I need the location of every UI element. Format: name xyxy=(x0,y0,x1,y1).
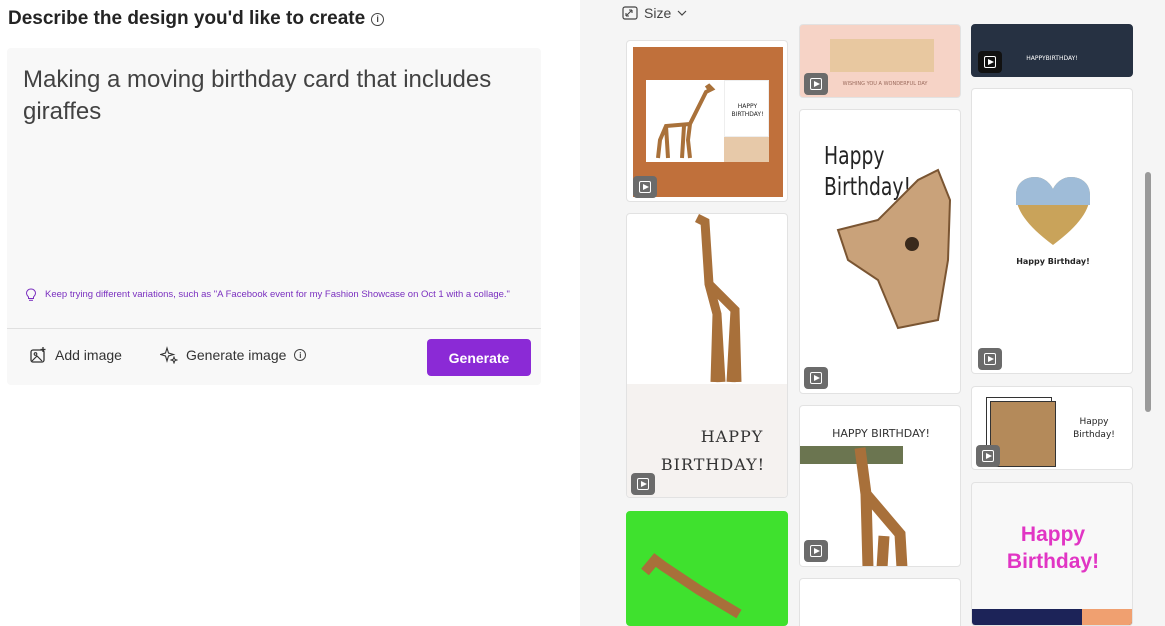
prompt-composer: Making a moving birthday card that inclu… xyxy=(7,48,541,385)
template-card[interactable]: HAPPYBIRTHDAY! xyxy=(971,24,1133,77)
prompt-panel: Describe the design you'd like to create… xyxy=(0,0,580,626)
card-title-line1: Happy xyxy=(1020,523,1086,546)
generate-image-button[interactable]: Generate image i xyxy=(160,346,307,364)
card-title-line1: HAPPY xyxy=(700,427,764,446)
divider xyxy=(7,328,541,329)
sparkle-icon xyxy=(160,346,178,364)
video-icon xyxy=(976,445,1000,467)
giraffe-icon xyxy=(656,83,716,159)
video-icon xyxy=(978,51,1002,73)
template-card[interactable]: WISHING YOU A WONDERFUL DAY xyxy=(799,24,961,98)
template-card[interactable]: Happy Birthday! xyxy=(971,88,1133,374)
giraffe-photo xyxy=(830,39,934,72)
video-icon xyxy=(804,540,828,562)
giraffe-face-icon xyxy=(836,168,952,330)
giraffe-icon xyxy=(641,553,742,619)
template-card[interactable]: Happy Birthday! xyxy=(971,482,1133,626)
template-card[interactable]: HAPPY BIRTHDAY! xyxy=(799,405,961,567)
giraffe-icon xyxy=(694,214,742,383)
prompt-input[interactable]: Making a moving birthday card that inclu… xyxy=(23,64,523,128)
heart-photo xyxy=(1016,177,1090,245)
resize-icon xyxy=(622,6,638,20)
template-card[interactable]: HAPPY BIRTHDAY! xyxy=(626,213,788,498)
card-title: HAPPY BIRTHDAY! xyxy=(731,103,764,118)
size-filter-label: Size xyxy=(644,5,672,21)
card-subtitle: WISHING YOU A WONDERFUL DAY xyxy=(842,81,928,87)
generate-button[interactable]: Generate xyxy=(427,339,531,376)
template-card[interactable]: Happy Birthday! xyxy=(799,109,961,394)
page: Describe the design you'd like to create… xyxy=(0,0,1165,626)
suggestion-tip: Keep trying different variations, such a… xyxy=(25,288,515,302)
add-image-icon xyxy=(30,347,46,363)
video-icon xyxy=(804,367,828,389)
card-title: HAPPY BIRTHDAY! xyxy=(832,427,930,440)
video-icon xyxy=(631,473,655,495)
lightbulb-icon xyxy=(25,288,37,301)
page-title: Describe the design you'd like to create… xyxy=(8,8,385,30)
scrollbar[interactable] xyxy=(1145,172,1151,412)
chevron-down-icon xyxy=(677,10,687,16)
template-gallery: Size HAPPY BIRTHDAY! HAPPY BIRTHDAY! WIS… xyxy=(580,0,1165,626)
video-icon xyxy=(633,176,657,198)
template-card[interactable]: Happy Birthday! xyxy=(971,386,1133,470)
video-icon xyxy=(804,73,828,95)
giraffe-photo xyxy=(646,80,724,162)
info-icon[interactable]: i xyxy=(371,12,385,26)
info-icon[interactable]: i xyxy=(294,349,307,361)
add-image-label: Add image xyxy=(55,347,122,363)
template-card[interactable] xyxy=(626,511,788,626)
card-title-line2: Birthday! xyxy=(1006,550,1100,573)
video-icon xyxy=(978,348,1002,370)
size-filter[interactable]: Size xyxy=(622,5,687,21)
card-title-line2: Birthday! xyxy=(1073,430,1115,440)
suggestion-tip-text: Keep trying different variations, such a… xyxy=(45,289,510,300)
card-title-line1: Happy xyxy=(1079,417,1109,427)
accent-band xyxy=(1082,609,1132,625)
page-title-text: Describe the design you'd like to create xyxy=(8,8,366,29)
generate-image-label: Generate image xyxy=(186,347,287,363)
card-title: Happy Birthday! xyxy=(1016,257,1090,266)
giraffe-icon xyxy=(854,447,908,566)
template-card[interactable]: HAPPY BIRTHDAY! xyxy=(626,40,788,202)
card-title-line2: BIRTHDAY! xyxy=(660,455,766,474)
card-title: HAPPYBIRTHDAY! xyxy=(1026,55,1078,62)
accent-block xyxy=(724,137,769,162)
title-block: HAPPY BIRTHDAY! xyxy=(724,80,769,137)
add-image-button[interactable]: Add image xyxy=(29,346,122,364)
template-card[interactable] xyxy=(799,578,961,626)
